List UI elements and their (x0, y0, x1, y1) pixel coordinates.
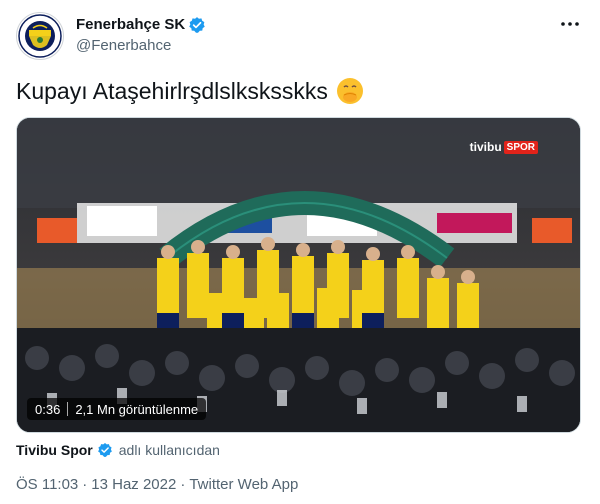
tweet-date[interactable]: 13 Haz 2022 (91, 475, 176, 495)
meta-separator: · (180, 476, 186, 493)
verified-badge-icon (189, 17, 205, 33)
meta-separator: · (82, 476, 88, 493)
attribution-suffix: adlı kullanıcıdan (118, 442, 220, 458)
badge-divider (67, 402, 69, 416)
fenerbahce-crest-icon (18, 14, 62, 58)
tweet-text-line: Kupayı Ataşehirlrşdlslksksskks (16, 76, 364, 106)
tweet-text: Kupayı Ataşehirlrşdlslksksskks (16, 78, 328, 104)
video-player[interactable]: tivibu SPOR 0:36 2,1 Mn görüntülenme (16, 117, 581, 433)
media-attribution: Tivibu Spor adlı kullanıcıdan (16, 440, 220, 460)
channel-logo-tag: SPOR (503, 140, 538, 154)
video-views: 2,1 Mn görüntülenme (75, 401, 199, 417)
avatar[interactable] (16, 12, 64, 60)
tweet-header: Fenerbahçe SK @Fenerbahce (16, 12, 584, 60)
channel-logo: tivibu SPOR (470, 140, 538, 154)
verified-badge-icon (97, 443, 112, 457)
channel-logo-text: tivibu (469, 140, 502, 154)
video-info-badge: 0:36 2,1 Mn görüntülenme (27, 398, 207, 420)
tweet-source[interactable]: Twitter Web App (189, 475, 298, 495)
celebration-video-frame (17, 118, 580, 432)
face-with-hand-over-mouth-icon (336, 78, 363, 104)
tweet-meta: ÖS 11:03 · 13 Haz 2022 · Twitter Web App (16, 475, 298, 495)
tweet-time[interactable]: ÖS 11:03 (16, 475, 78, 495)
more-options-icon[interactable] (558, 16, 582, 32)
display-name[interactable]: Fenerbahçe SK (76, 15, 185, 35)
attribution-name[interactable]: Tivibu Spor (16, 440, 93, 460)
video-time: 0:36 (35, 401, 61, 417)
user-handle[interactable]: @Fenerbahce (76, 36, 206, 56)
